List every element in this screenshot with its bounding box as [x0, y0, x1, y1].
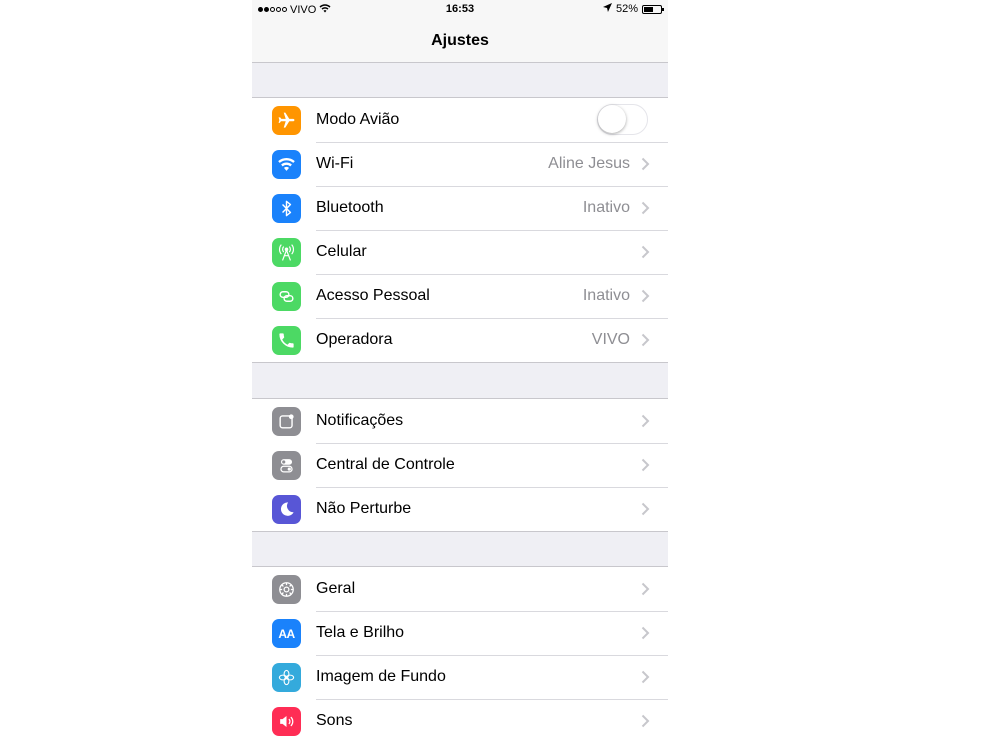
- bluetooth-icon: [272, 194, 301, 223]
- settings-group-connectivity: Modo Avião Wi-Fi Aline Jesus Bluetooth I…: [252, 97, 668, 363]
- battery-percentage: 52%: [615, 3, 638, 15]
- settings-row-label: Bluetooth: [316, 199, 384, 216]
- settings-row-display-brightness[interactable]: AA Tela e Brilho: [252, 611, 668, 655]
- chevron-right-icon: [641, 414, 650, 428]
- settings-row-notifications[interactable]: Notificações: [252, 399, 668, 443]
- chevron-right-icon: [641, 157, 650, 171]
- speaker-icon: [272, 707, 301, 736]
- settings-row-wifi[interactable]: Wi-Fi Aline Jesus: [252, 142, 668, 186]
- wifi-icon: [272, 150, 301, 179]
- status-right: 52%: [602, 3, 664, 15]
- settings-row-control-center[interactable]: Central de Controle: [252, 443, 668, 487]
- settings-row-value: VIVO: [591, 331, 630, 348]
- phone-icon: [272, 326, 301, 355]
- settings-group-general: Geral AA Tela e Brilho Imagem de Fundo S…: [252, 566, 668, 740]
- display-brightness-icon: AA: [272, 619, 301, 648]
- status-bar: VIVO 16:53 52%: [252, 0, 668, 20]
- settings-row-label: Wi-Fi: [316, 155, 354, 172]
- settings-row-label: Sons: [316, 712, 353, 729]
- chevron-right-icon: [641, 289, 650, 303]
- airplane-icon: [272, 106, 301, 135]
- display-brightness-icon-text: AA: [278, 626, 295, 641]
- settings-row-cellular[interactable]: Celular: [252, 230, 668, 274]
- settings-row-wallpaper[interactable]: Imagem de Fundo: [252, 655, 668, 699]
- chevron-right-icon: [641, 714, 650, 728]
- settings-row-value: Aline Jesus: [548, 155, 630, 172]
- settings-row-airplane-mode: Modo Avião: [252, 98, 668, 142]
- settings-row-label: Geral: [316, 580, 356, 597]
- page-title: Ajustes: [431, 32, 489, 49]
- settings-row-sounds[interactable]: Sons: [252, 699, 668, 740]
- notifications-icon: [272, 407, 301, 436]
- moon-icon: [272, 495, 301, 524]
- settings-row-personal-hotspot[interactable]: Acesso Pessoal Inativo: [252, 274, 668, 318]
- settings-row-label: Operadora: [316, 331, 393, 348]
- chevron-right-icon: [641, 458, 650, 472]
- settings-screen: VIVO 16:53 52% Ajustes Modo Avião Wi-Fi …: [252, 0, 668, 740]
- personal-hotspot-icon: [272, 282, 301, 311]
- control-center-icon: [272, 451, 301, 480]
- chevron-right-icon: [641, 582, 650, 596]
- location-arrow-icon: [602, 3, 612, 15]
- settings-row-label: Não Perturbe: [316, 500, 412, 517]
- airplane-mode-toggle[interactable]: [597, 104, 648, 135]
- chevron-right-icon: [641, 201, 650, 215]
- cellular-antenna-icon: [272, 238, 301, 267]
- settings-row-label: Celular: [316, 243, 367, 260]
- settings-row-label: Imagem de Fundo: [316, 668, 446, 685]
- settings-row-label: Modo Avião: [316, 111, 400, 128]
- settings-row-label: Central de Controle: [316, 456, 455, 473]
- settings-group-notifications: Notificações Central de Controle Não Per…: [252, 398, 668, 532]
- settings-row-label: Notificações: [316, 412, 404, 429]
- settings-row-value: Inativo: [582, 287, 630, 304]
- chevron-right-icon: [641, 626, 650, 640]
- chevron-right-icon: [641, 670, 650, 684]
- settings-row-bluetooth[interactable]: Bluetooth Inativo: [252, 186, 668, 230]
- settings-row-do-not-disturb[interactable]: Não Perturbe: [252, 487, 668, 531]
- chevron-right-icon: [641, 333, 650, 347]
- settings-row-carrier[interactable]: Operadora VIVO: [252, 318, 668, 362]
- wallpaper-icon: [272, 663, 301, 692]
- settings-row-value: Inativo: [582, 199, 630, 216]
- navigation-bar: Ajustes: [252, 20, 668, 63]
- settings-row-general[interactable]: Geral: [252, 567, 668, 611]
- settings-row-label: Acesso Pessoal: [316, 287, 430, 304]
- chevron-right-icon: [641, 245, 650, 259]
- chevron-right-icon: [641, 502, 650, 516]
- settings-row-label: Tela e Brilho: [316, 624, 405, 641]
- battery-icon: [642, 4, 664, 14]
- gear-icon: [272, 575, 301, 604]
